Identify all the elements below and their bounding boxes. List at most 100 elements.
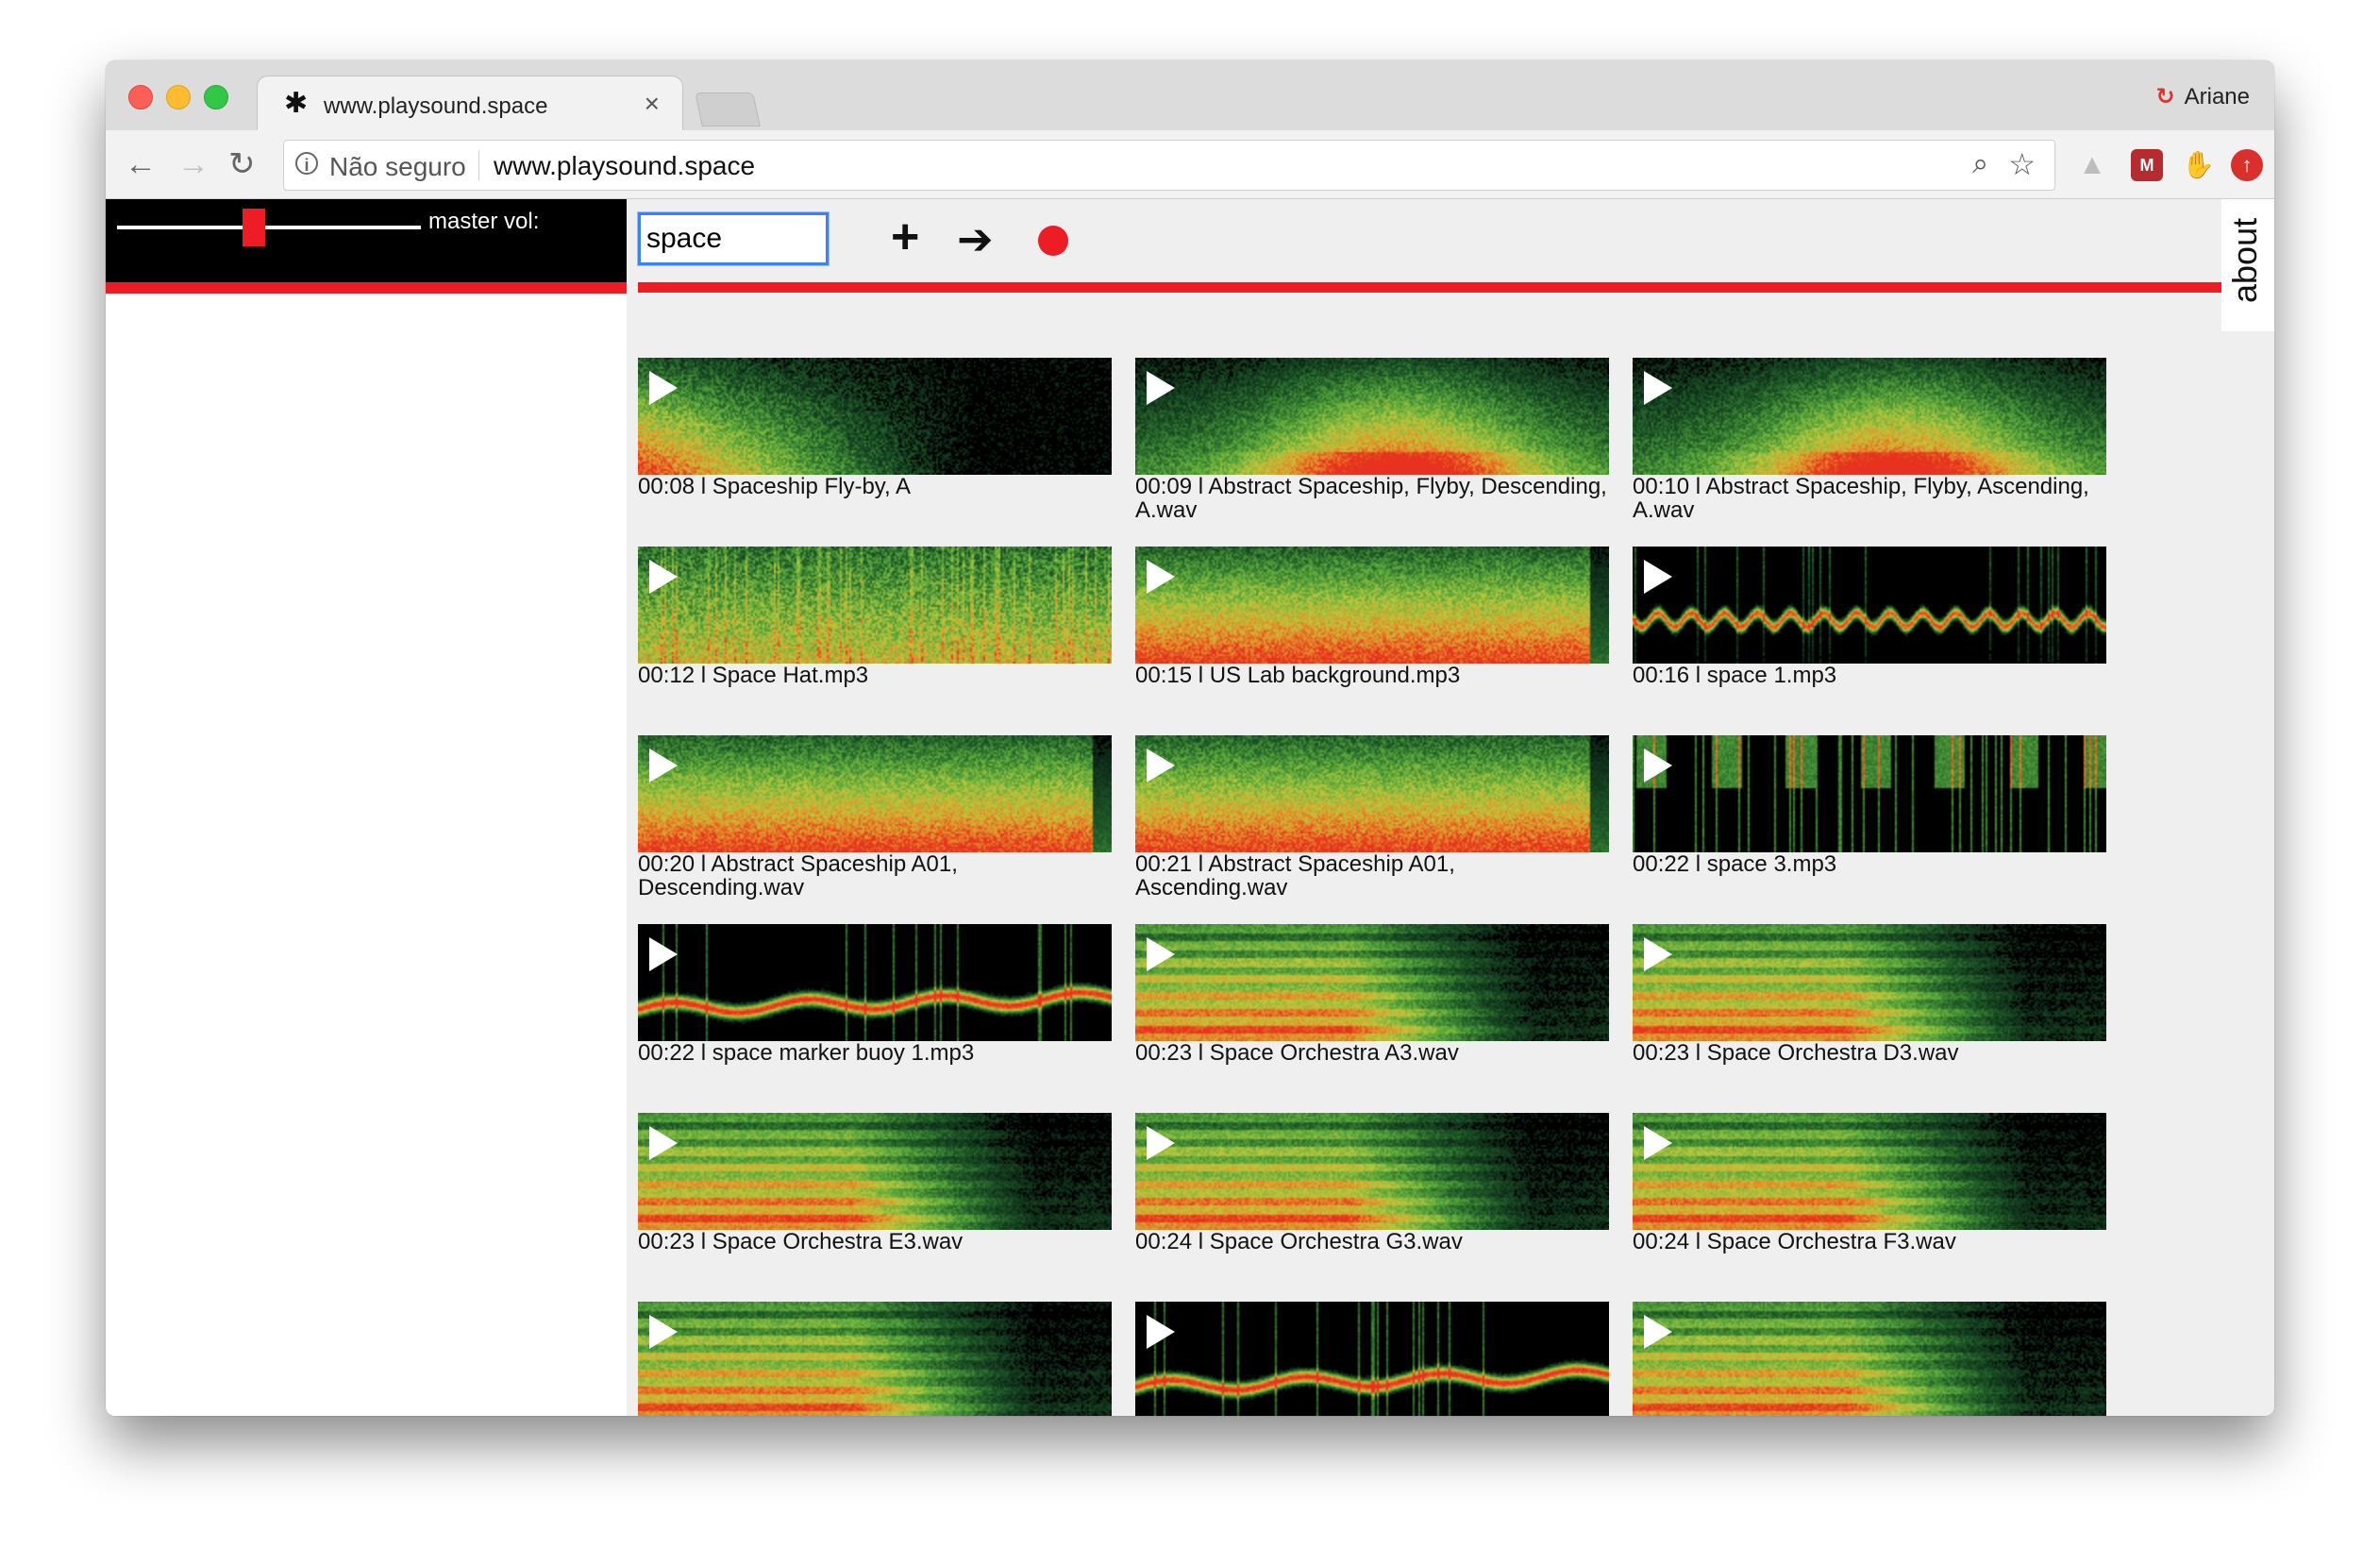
address-bar-divider: [478, 150, 479, 180]
search-input[interactable]: [638, 212, 829, 265]
back-arrow-icon[interactable]: ←: [125, 145, 157, 183]
sound-card[interactable]: 00:12 l Space Hat.mp3: [638, 547, 1112, 687]
volume-slider-thumb[interactable]: [242, 209, 265, 246]
sound-card[interactable]: 00:21 l Abstract Spaceship A01, Ascendin…: [1135, 735, 1609, 900]
new-tab-button[interactable]: [695, 93, 761, 126]
spectrogram-thumbnail[interactable]: [638, 358, 1112, 475]
play-icon[interactable]: [649, 1315, 678, 1349]
play-icon[interactable]: [1644, 749, 1672, 782]
sound-caption: 00:15 l US Lab background.mp3: [1135, 663, 1461, 688]
spectrogram-thumbnail[interactable]: [1135, 1113, 1609, 1230]
spectrogram-image: [1633, 358, 2106, 475]
sound-card[interactable]: 00:09 l Abstract Spaceship, Flyby, Desce…: [1135, 358, 1609, 522]
upload-extension-icon[interactable]: ↑: [2231, 149, 2263, 181]
profile-button[interactable]: ↻ Ariane: [2156, 83, 2250, 110]
spectrogram-image: [1135, 1113, 1609, 1230]
spectrogram-thumbnail[interactable]: [638, 1302, 1112, 1416]
add-icon[interactable]: +: [891, 210, 919, 263]
zoom-window-button[interactable]: [204, 85, 228, 109]
sound-card[interactable]: 00:22 l space 3.mp3: [1633, 735, 2106, 876]
play-icon[interactable]: [1644, 560, 1672, 594]
spectrogram-thumbnail[interactable]: [1633, 924, 2106, 1041]
reload-icon[interactable]: ↻: [228, 145, 256, 183]
spectrogram-thumbnail[interactable]: [1135, 1302, 1609, 1416]
spectrogram-thumbnail[interactable]: [1633, 735, 2106, 852]
play-icon[interactable]: [1644, 1315, 1672, 1349]
play-icon[interactable]: [649, 371, 678, 405]
play-icon[interactable]: [649, 1126, 678, 1160]
sound-card[interactable]: 00:22 l space marker buoy 1.mp3: [638, 924, 1112, 1065]
sound-caption: 00:08 l Spaceship Fly-by, A: [638, 474, 912, 499]
play-icon[interactable]: [1644, 937, 1672, 971]
sound-card[interactable]: 00:16 l space 1.mp3: [1633, 547, 2106, 687]
spectrogram-image: [1633, 1302, 2106, 1416]
sound-card[interactable]: 00:20 l Abstract Spaceship A01, Descendi…: [638, 735, 1112, 900]
sound-card[interactable]: [1135, 1302, 1609, 1416]
play-icon[interactable]: [1644, 371, 1672, 405]
spectrogram-thumbnail[interactable]: [1135, 547, 1609, 664]
forward-arrow-icon[interactable]: →: [177, 145, 210, 183]
mendeley-extension-icon[interactable]: M: [2131, 149, 2163, 181]
bookmark-star-icon[interactable]: ☆: [2008, 146, 2036, 182]
spectrogram-thumbnail[interactable]: [1633, 358, 2106, 475]
spectrogram-thumbnail[interactable]: [1135, 735, 1609, 852]
sound-card[interactable]: 00:23 l Space Orchestra A3.wav: [1135, 924, 1609, 1065]
play-icon[interactable]: [649, 749, 678, 782]
play-icon[interactable]: [649, 560, 678, 594]
zoom-icon[interactable]: ⌕: [1972, 148, 1988, 180]
sound-card[interactable]: [638, 1302, 1112, 1416]
left-panel: master vol:: [106, 199, 627, 1416]
security-label[interactable]: Não seguro: [329, 152, 466, 182]
sound-card[interactable]: [1633, 1302, 2106, 1416]
spectrogram-image: [1135, 1302, 1609, 1416]
tab-close-icon[interactable]: ×: [645, 89, 660, 118]
sound-card[interactable]: 00:10 l Abstract Spaceship, Flyby, Ascen…: [1633, 358, 2106, 522]
spectrogram-image: [1633, 547, 2106, 664]
sound-caption: 00:23 l Space Orchestra E3.wav: [638, 1229, 964, 1254]
spectrogram-thumbnail[interactable]: [638, 1113, 1112, 1230]
play-icon[interactable]: [1147, 371, 1175, 405]
main-area: + ➔ about 00:08 l Spaceship Fly-by, A 00:…: [627, 199, 2274, 1416]
spectrogram-thumbnail[interactable]: [1135, 358, 1609, 475]
play-icon[interactable]: [1644, 1126, 1672, 1160]
play-icon[interactable]: [1147, 560, 1175, 594]
sound-caption: 00:24 l Space Orchestra G3.wav: [1135, 1229, 1463, 1254]
play-icon[interactable]: [1147, 1315, 1175, 1349]
about-tab[interactable]: about: [2221, 199, 2274, 331]
spectrogram-image: [638, 1302, 1112, 1416]
volume-slider-track[interactable]: [117, 226, 421, 229]
spectrogram-thumbnail[interactable]: [1633, 1302, 2106, 1416]
spectrogram-thumbnail[interactable]: [1633, 1113, 2106, 1230]
sound-card[interactable]: 00:24 l Space Orchestra F3.wav: [1633, 1113, 2106, 1254]
sound-card[interactable]: 00:08 l Spaceship Fly-by, A: [638, 358, 1112, 498]
spectrogram-thumbnail[interactable]: [638, 924, 1112, 1041]
sound-card[interactable]: 00:23 l Space Orchestra D3.wav: [1633, 924, 2106, 1065]
info-icon[interactable]: i: [295, 152, 318, 175]
play-icon[interactable]: [649, 937, 678, 971]
spectrogram-image: [1633, 735, 2106, 852]
hand-extension-icon[interactable]: ✋: [2182, 149, 2215, 181]
spectrogram-thumbnail[interactable]: [1633, 547, 2106, 664]
play-icon[interactable]: [1147, 937, 1175, 971]
sound-caption: 00:23 l Space Orchestra D3.wav: [1633, 1040, 1959, 1066]
url-text[interactable]: www.playsound.space: [494, 151, 755, 181]
address-bar[interactable]: i Não seguro www.playsound.space ⌕ ☆: [283, 140, 2055, 191]
record-button[interactable]: [1038, 226, 1068, 256]
spectrogram-thumbnail[interactable]: [638, 547, 1112, 664]
play-icon[interactable]: [1147, 749, 1175, 782]
about-label: about: [2225, 217, 2264, 303]
spectrogram-thumbnail[interactable]: [1135, 924, 1609, 1041]
minimize-window-button[interactable]: [166, 85, 191, 109]
play-icon[interactable]: [1147, 1126, 1175, 1160]
browser-tab[interactable]: ✱ www.playsound.space ×: [257, 76, 683, 133]
drive-extension-icon[interactable]: ▲: [2076, 149, 2108, 181]
sound-card[interactable]: 00:24 l Space Orchestra G3.wav: [1135, 1113, 1609, 1254]
master-volume-bar: master vol:: [106, 199, 627, 294]
spectrogram-image: [1135, 924, 1609, 1041]
next-arrow-icon[interactable]: ➔: [957, 212, 994, 265]
spectrogram-thumbnail[interactable]: [638, 735, 1112, 852]
close-window-button[interactable]: [128, 85, 153, 109]
sound-card[interactable]: 00:23 l Space Orchestra E3.wav: [638, 1113, 1112, 1254]
sound-card[interactable]: 00:15 l US Lab background.mp3: [1135, 547, 1609, 687]
spectrogram-image: [1633, 924, 2106, 1041]
